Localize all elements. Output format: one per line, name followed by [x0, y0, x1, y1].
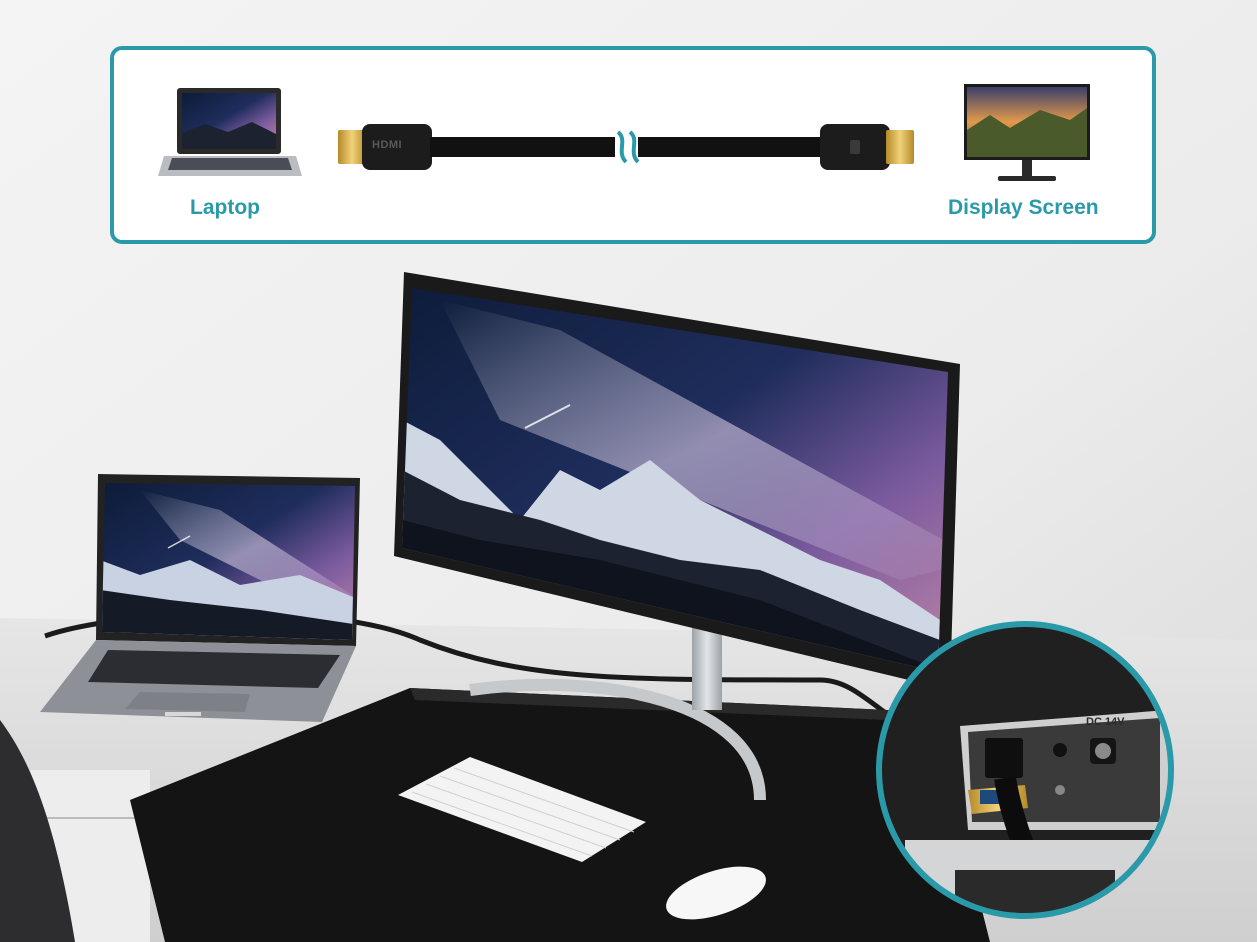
- dc-port-label: DC 14V: [1086, 716, 1125, 728]
- hdmi-logo-text: HDMI: [372, 139, 403, 151]
- display-screen-label: Display Screen: [948, 196, 1099, 219]
- laptop-icon: [158, 88, 302, 176]
- laptop-label: Laptop: [190, 196, 260, 219]
- product-image: HDMI Laptop Display Screen DC 14V: [0, 0, 1257, 942]
- laptop-keyboard: [88, 650, 340, 688]
- laptop-screen: [102, 483, 355, 640]
- desk-setup-scene: [0, 0, 1257, 942]
